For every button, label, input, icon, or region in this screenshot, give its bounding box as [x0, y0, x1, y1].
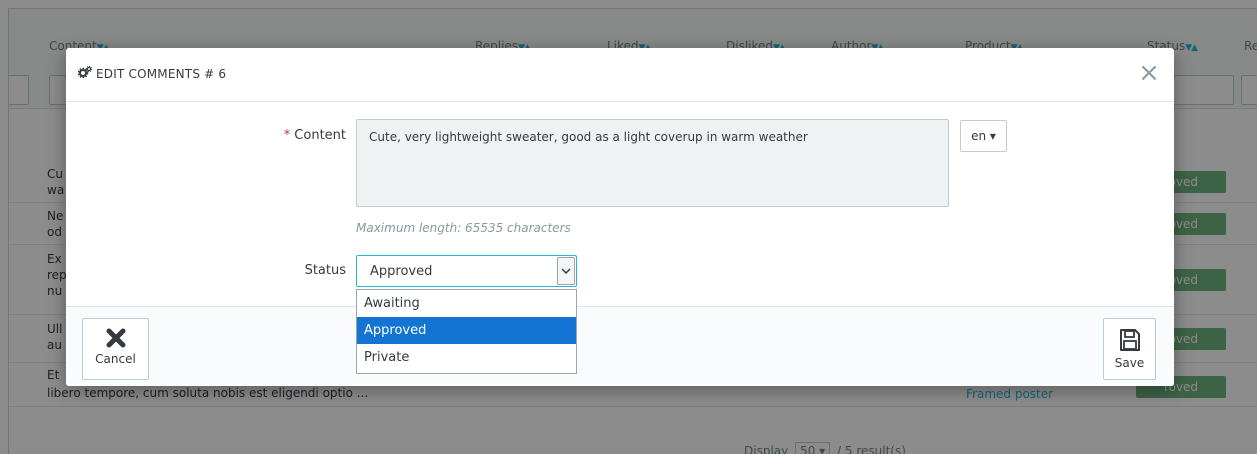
language-dropdown[interactable]: en ▾ — [960, 120, 1007, 152]
save-disk-icon — [1119, 329, 1140, 351]
cancel-x-icon — [106, 328, 125, 348]
status-selected-value: Approved — [370, 264, 433, 279]
status-label: Status — [304, 263, 346, 278]
status-option[interactable]: Awaiting — [357, 290, 576, 317]
save-label: Save — [1114, 356, 1145, 370]
status-dropdown-list: Awaiting Approved Private — [356, 289, 577, 374]
edit-comment-modal: EDIT COMMENTS # 6 × * Content Cute, very … — [66, 48, 1174, 386]
save-button[interactable]: Save — [1103, 318, 1156, 380]
cogs-icon — [77, 65, 93, 81]
content-label: * Content — [283, 128, 346, 143]
modal-footer: Cancel Save — [66, 306, 1174, 386]
required-mark: * — [283, 128, 291, 143]
caret-down-icon[interactable] — [557, 257, 575, 285]
modal-header: EDIT COMMENTS # 6 × — [66, 48, 1174, 102]
close-icon[interactable]: × — [1138, 60, 1160, 86]
cancel-button[interactable]: Cancel — [82, 318, 149, 380]
cancel-label: Cancel — [95, 352, 136, 366]
content-textarea[interactable]: Cute, very lightweight sweater, good as … — [356, 119, 949, 207]
status-option[interactable]: Approved — [357, 317, 576, 344]
modal-title: EDIT COMMENTS # 6 — [77, 65, 227, 81]
modal-title-text: EDIT COMMENTS # 6 — [96, 66, 227, 81]
content-help-text: Maximum length: 65535 characters — [356, 221, 571, 235]
status-option[interactable]: Private — [357, 344, 576, 371]
status-select[interactable]: Approved — [356, 255, 577, 287]
